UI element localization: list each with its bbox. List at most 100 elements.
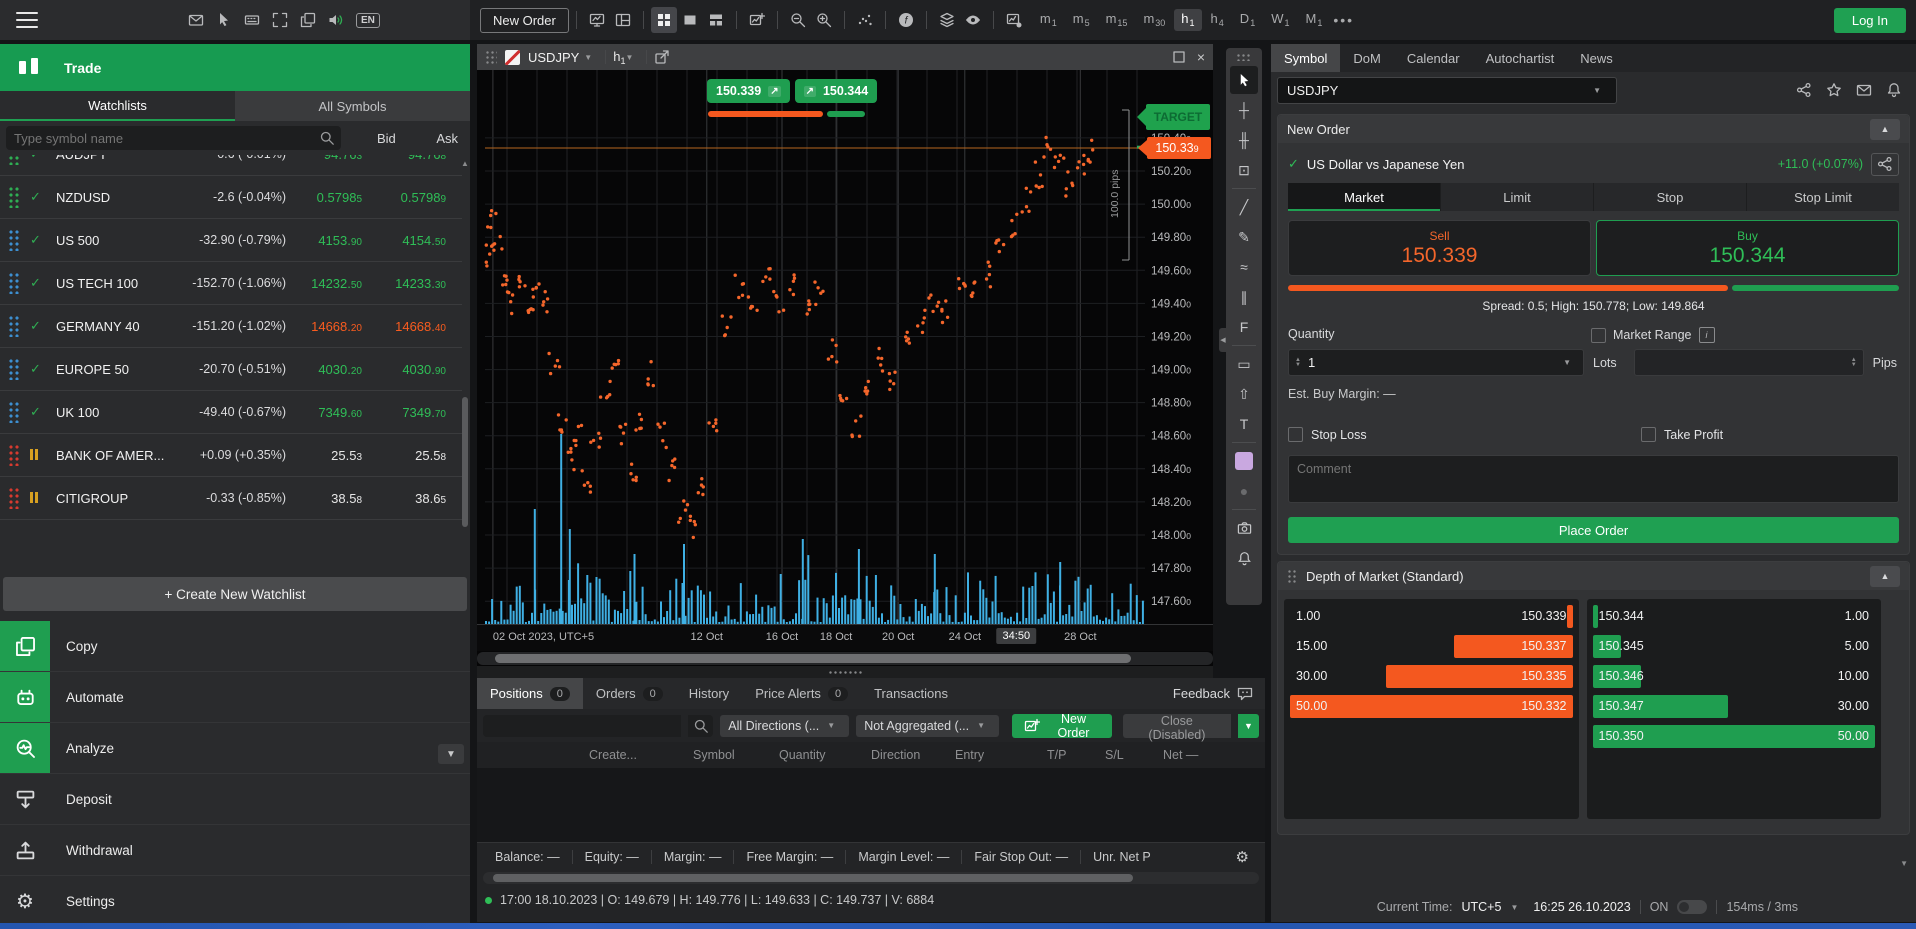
toolbar-drag-handle[interactable] <box>1236 53 1252 61</box>
tab-positions[interactable]: Positions0 <box>477 678 583 709</box>
watchlist-row[interactable]: ✓US 500-32.90 (-0.79%)4153.904154.50 <box>0 219 462 262</box>
row-drag-handle[interactable] <box>8 444 20 466</box>
panel-resize-handle[interactable] <box>477 666 1213 678</box>
timeframe-m5[interactable]: m5 <box>1066 9 1097 31</box>
bid-value[interactable]: 94.763 <box>286 155 362 162</box>
scroll-up-icon[interactable]: ▲ <box>461 159 469 169</box>
collapse-menu-icon[interactable]: ▼ <box>438 744 464 764</box>
order-type-market[interactable]: Market <box>1288 183 1441 211</box>
dom-bid-row[interactable]: 30.00150.335 <box>1290 665 1573 688</box>
dom-drag-handle[interactable] <box>1287 569 1297 583</box>
chart-settings-icon[interactable] <box>1001 7 1027 33</box>
symbol-alert-bell-icon[interactable] <box>1886 82 1902 98</box>
ask-value[interactable]: 4030.90 <box>362 362 462 377</box>
symbol-search-input[interactable] <box>6 126 314 150</box>
elliott-wave-tool[interactable]: ≈ <box>1230 253 1258 281</box>
search-icon[interactable] <box>314 126 341 150</box>
pointer-settings-icon[interactable] <box>216 12 232 28</box>
price-alert-bell-icon[interactable] <box>1230 544 1258 572</box>
sidebar-item-settings[interactable]: ⚙Settings <box>0 876 470 927</box>
ask-value[interactable]: 94.768 <box>362 155 462 162</box>
bid-value[interactable]: 4030.20 <box>286 362 362 377</box>
instrument-link-icon[interactable] <box>1871 153 1899 176</box>
bid-value[interactable]: 0.57985 <box>286 190 362 205</box>
bid-value[interactable]: 7349.60 <box>286 405 362 420</box>
zoom-out-icon[interactable] <box>785 7 811 33</box>
row-drag-handle[interactable] <box>8 186 20 208</box>
take-profit-checkbox[interactable] <box>1641 427 1656 442</box>
symbol-select[interactable]: USDJPY▼ <box>1277 77 1617 104</box>
dom-ask-row[interactable]: 150.3441.00 <box>1593 605 1876 628</box>
tab-history[interactable]: History <box>676 678 742 709</box>
more-timeframes-icon[interactable]: ••• <box>1333 12 1354 28</box>
market-range-checkbox[interactable] <box>1591 328 1606 343</box>
watchlist-scrollbar[interactable]: ▲ <box>461 159 469 567</box>
chart-drag-handle[interactable] <box>485 50 497 64</box>
collapse-order-card-icon[interactable]: ▲ <box>1870 119 1900 140</box>
chart-symbol-label[interactable]: USDJPY <box>528 50 579 65</box>
fibonacci-tool[interactable]: F <box>1230 313 1258 341</box>
close-position-button[interactable]: Close (Disabled) <box>1123 714 1231 738</box>
dom-ask-row[interactable]: 150.34730.00 <box>1593 695 1876 718</box>
watchlist-row[interactable]: ✓GERMANY 40-151.20 (-1.02%)14668.2014668… <box>0 305 462 348</box>
chart-timeframe-label[interactable]: h1 <box>613 49 625 66</box>
pencil-tool[interactable]: ✎ <box>1230 223 1258 251</box>
tab-orders[interactable]: Orders0 <box>583 678 676 709</box>
crosshair-tune-tool[interactable]: ╫ <box>1230 126 1258 154</box>
zoom-in-icon[interactable] <box>811 7 837 33</box>
tab-news[interactable]: News <box>1567 44 1626 72</box>
chart-type-dots-icon[interactable] <box>852 7 878 33</box>
sidebar-item-analyze[interactable]: Analyze <box>0 723 470 774</box>
indicators-icon[interactable]: f <box>893 7 919 33</box>
watchlist-row[interactable]: ✓EUROPE 50-20.70 (-0.51%)4030.204030.90 <box>0 348 462 391</box>
row-drag-handle[interactable] <box>8 272 20 294</box>
rectangle-tool[interactable]: ▭ <box>1230 350 1258 378</box>
ask-value[interactable]: 38.65 <box>362 491 462 506</box>
new-order-button-bottom[interactable]: New Order <box>1012 714 1112 738</box>
positions-hscrollbar[interactable] <box>483 872 1259 884</box>
objects-layers-icon[interactable] <box>934 7 960 33</box>
bid-value[interactable]: 38.58 <box>286 491 362 506</box>
order-type-stop[interactable]: Stop <box>1594 183 1747 211</box>
screenshot-camera-icon[interactable] <box>1230 514 1258 542</box>
single-chart-icon[interactable] <box>677 7 703 33</box>
symbol-dropdown-icon[interactable]: ▼ <box>584 53 592 62</box>
row-drag-handle[interactable] <box>8 358 20 380</box>
dom-ask-row[interactable]: 150.35050.00 <box>1593 725 1876 748</box>
ask-value[interactable]: 0.57989 <box>362 190 462 205</box>
timezone-dropdown-icon[interactable]: ▼ <box>1510 903 1518 912</box>
row-drag-handle[interactable] <box>8 315 20 337</box>
info-icon[interactable]: i <box>1699 327 1715 343</box>
tab-symbol[interactable]: Symbol <box>1271 44 1340 72</box>
timezone-select[interactable]: UTC+5 <box>1461 900 1501 914</box>
arrow-shape-tool[interactable]: ⇧ <box>1230 380 1258 408</box>
bid-value[interactable]: 25.53 <box>286 448 362 463</box>
maximize-chart-icon[interactable] <box>1171 49 1187 65</box>
ellipse-tool[interactable]: ● <box>1230 477 1258 505</box>
shape-add-tool[interactable]: ⊡ <box>1230 156 1258 184</box>
order-type-stop-limit[interactable]: Stop Limit <box>1747 183 1899 211</box>
dom-ask-row[interactable]: 150.3455.00 <box>1593 635 1876 658</box>
collapse-dom-card-icon[interactable]: ▲ <box>1870 566 1900 587</box>
one-click-toggle[interactable] <box>1677 900 1707 914</box>
timeframe-m30[interactable]: m30 <box>1136 9 1172 31</box>
summary-settings-icon[interactable]: ⚙ <box>1236 848 1259 866</box>
popout-chart-icon[interactable] <box>654 49 670 65</box>
ask-value[interactable]: 4154.50 <box>362 233 462 248</box>
ask-value[interactable]: 14233.30 <box>362 276 462 291</box>
create-watchlist-button[interactable]: + Create New Watchlist <box>3 577 467 611</box>
search-icon[interactable] <box>688 715 713 737</box>
sidebar-item-withdrawal[interactable]: Withdrawal <box>0 825 470 876</box>
text-tool[interactable]: T <box>1230 410 1258 438</box>
dom-ask-row[interactable]: 150.34610.00 <box>1593 665 1876 688</box>
close-options-dropdown[interactable]: ▼ <box>1238 714 1259 738</box>
aggregation-filter-select[interactable]: Not Aggregated (...▼ <box>856 715 999 737</box>
share-symbol-icon[interactable] <box>1796 82 1812 98</box>
watchlist-row[interactable]: BANK OF AMER...+0.09 (+0.35%)25.5325.58 <box>0 434 462 477</box>
chart-hscroll-thumb[interactable] <box>495 654 1131 663</box>
timeframe-D1[interactable]: D1 <box>1233 9 1262 31</box>
tab-watchlists[interactable]: Watchlists <box>0 91 235 121</box>
directions-filter-select[interactable]: All Directions (...▼ <box>720 715 849 737</box>
tab-all-symbols[interactable]: All Symbols <box>235 91 470 121</box>
fullscreen-icon[interactable] <box>272 12 288 28</box>
